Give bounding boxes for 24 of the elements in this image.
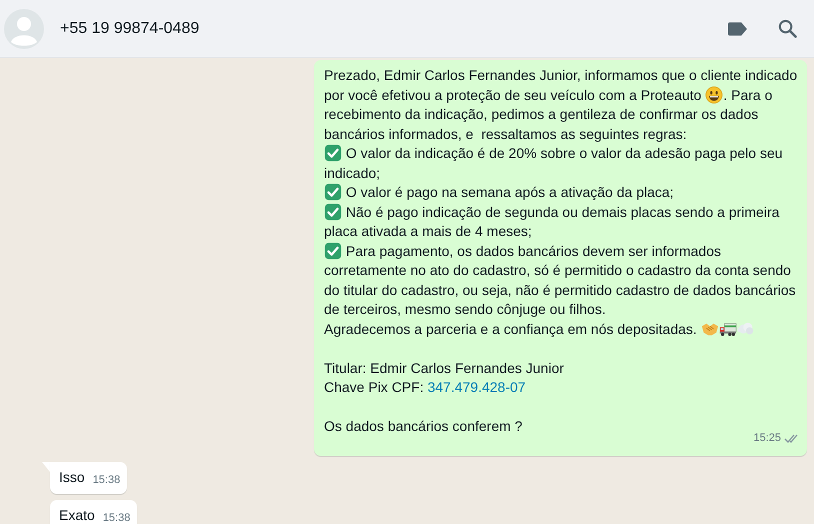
search-icon[interactable] — [778, 19, 797, 38]
message-text: Chave Pix CPF: 347.479.428-07 — [324, 378, 527, 397]
message-text: Não é pago indicação de segunda ou demais placas sendo a primeira placa ativada a mais de 4 meses; — [324, 202, 780, 241]
message-text: Os dados bancários conferem ? — [324, 417, 524, 436]
message-text: O valor é pago na semana após a ativação da placa; — [324, 183, 800, 202]
message-text: Isso — [59, 468, 85, 487]
check-mark-icon — [324, 202, 342, 220]
dust-cloud-icon — [736, 320, 755, 338]
check-mark-icon — [324, 242, 342, 260]
label-icon[interactable] — [728, 22, 747, 36]
message-time: 15:38 — [92, 473, 120, 488]
message-time: 15:38 — [102, 510, 130, 524]
message-text: Agradecemos a parceria e a confiança em nós depositadas. — [324, 320, 800, 339]
check-mark-icon — [324, 183, 342, 201]
message-text: Titular: Edmir Carlos Fernandes Junior — [324, 358, 565, 378]
message-time: 15:25 — [753, 430, 781, 446]
message-text: Prezado, Edmir Carlos Fernandes Junior, informamos que o cliente indicado por você efetivou a proteção de seu veículo com a Proteauto . Para o recebimento da indicação, pedimos a gentileza de confirmar os dados bancários informados, e ressaltamos as seguintes regras: — [324, 66, 798, 144]
message-text: Para pagamento, os dados bancários devem ser informados corretamente no ato do cadastro, só é permitido o cadastro da conta sendo do titular do cadastro, ou seja, não é permitido cadastro de dados bancários de terceiros, mesmo sendo cônjuge ou filhos. — [324, 242, 797, 319]
message-text: O valor da indicação é de 20% sobre o valor da adesão paga pelo seu indicado; — [324, 144, 784, 182]
message-text: Exato — [59, 506, 95, 524]
check-mark-icon — [324, 144, 342, 162]
smiley-icon — [705, 86, 724, 104]
pix-key-link[interactable]: 347.479.428-07 — [427, 379, 526, 395]
contact-name[interactable]: +55 19 99874-0489 — [60, 20, 200, 38]
